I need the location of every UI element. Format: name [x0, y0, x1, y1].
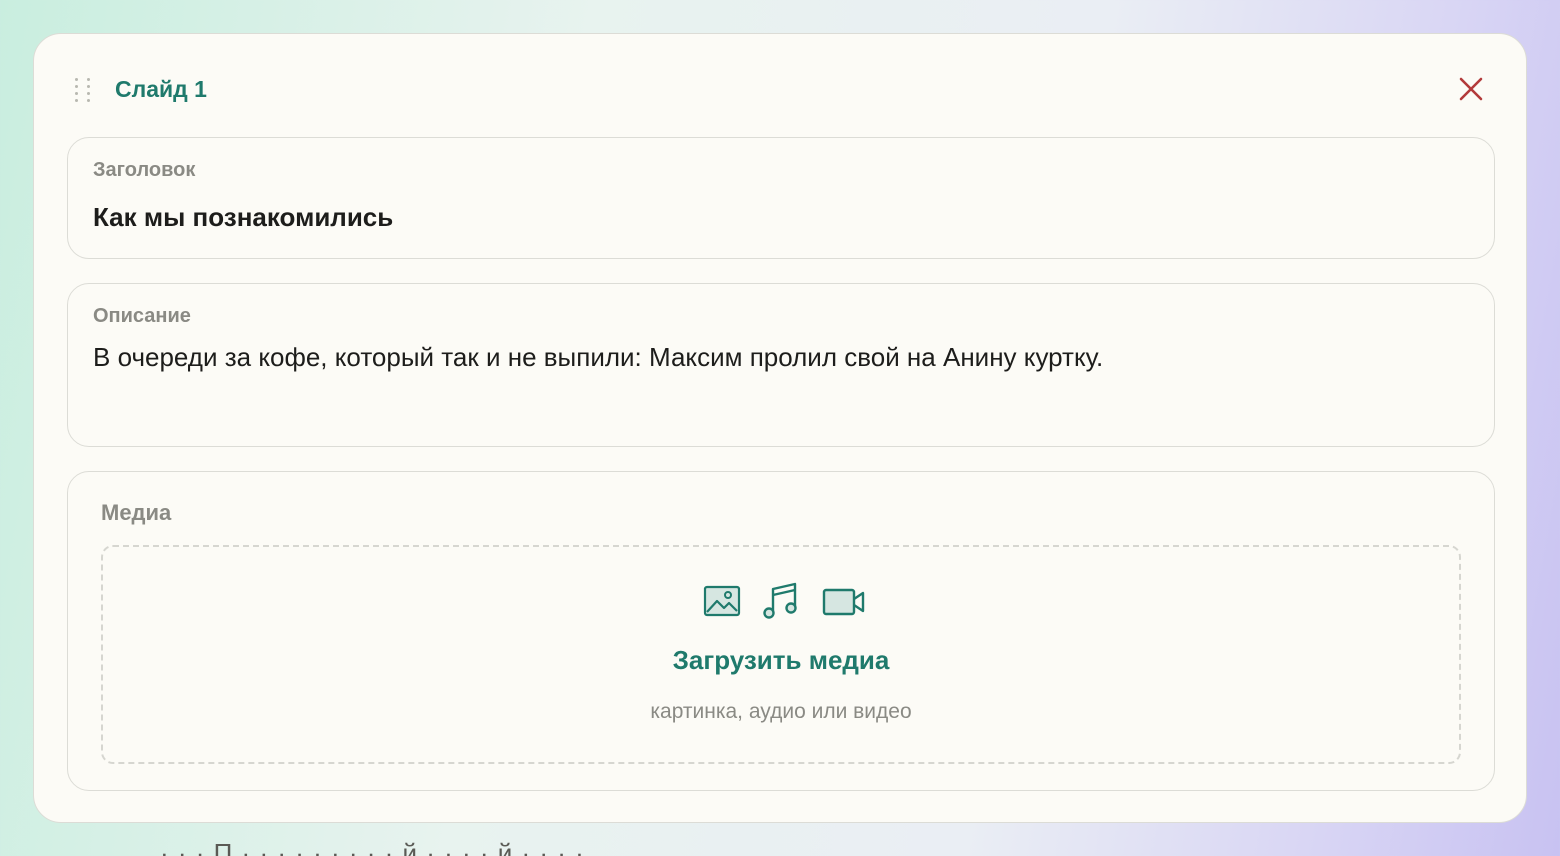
close-icon [1459, 77, 1483, 101]
music-icon [762, 581, 800, 626]
upload-media-hint: картинка, аудио или видео [650, 700, 912, 723]
description-input[interactable]: В очереди за кофе, который так и не выпи… [93, 340, 1463, 374]
slide-card: Слайд 1 Заголовок Как мы познакомились О… [33, 33, 1527, 823]
footer-partial-text: · · · П · · · · · · · · · й · · · · й · … [160, 838, 585, 856]
media-field: Медиа Загрузить медиа картинка, аудио ил… [67, 471, 1495, 791]
media-type-icons [703, 581, 868, 626]
title-input[interactable]: Как мы познакомились [93, 202, 393, 233]
slide-header: Слайд 1 [34, 34, 1526, 144]
video-icon [822, 587, 866, 622]
title-field-label: Заголовок [93, 159, 196, 181]
media-upload-dropzone[interactable]: Загрузить медиа картинка, аудио или виде… [101, 545, 1461, 764]
title-field[interactable]: Заголовок Как мы познакомились [67, 137, 1495, 259]
description-field-label: Описание [93, 305, 191, 327]
close-button[interactable] [1456, 74, 1486, 104]
upload-media-button[interactable]: Загрузить медиа [103, 645, 1459, 676]
description-field[interactable]: Описание В очереди за кофе, который так … [67, 283, 1495, 447]
media-field-label: Медиа [101, 500, 172, 525]
slide-title: Слайд 1 [115, 76, 207, 102]
image-icon [703, 584, 741, 623]
drag-handle-icon[interactable] [75, 78, 93, 102]
